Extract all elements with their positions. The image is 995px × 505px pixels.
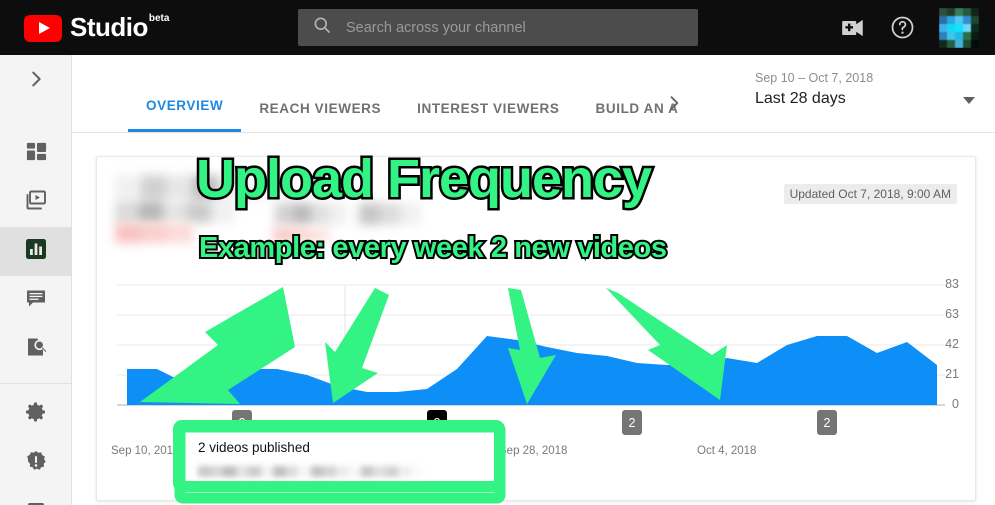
y-tick-0: 0: [952, 397, 959, 411]
tooltip-title: 2 videos published: [198, 440, 310, 455]
video-camera-plus-icon[interactable]: [840, 15, 866, 41]
tab-reach-viewers[interactable]: REACH VIEWERS: [241, 101, 399, 132]
redacted-video-titles: [198, 466, 423, 477]
chevron-right-icon: [25, 68, 47, 95]
caret-down-icon[interactable]: [963, 97, 975, 104]
date-range-subtitle: Sep 10 – Oct 7, 2018: [755, 71, 874, 85]
x-tick-3: Oct 4, 2018: [697, 445, 757, 457]
y-tick-42: 42: [945, 337, 959, 351]
chart-plot: [117, 284, 945, 406]
analytics-tabs-row: OVERVIEW REACH VIEWERS INTEREST VIEWERS …: [72, 55, 995, 133]
search-icon: [312, 15, 332, 40]
updated-timestamp-badge: Updated Oct 7, 2018, 9:00 AM: [783, 184, 957, 204]
avatar-image: [939, 7, 979, 48]
y-tick-21: 21: [945, 367, 959, 381]
tab-interest-viewers[interactable]: INTEREST VIEWERS: [399, 101, 577, 132]
y-axis-labels: 83 63 42 21 0: [913, 277, 959, 427]
sidebar-item-transcriptions[interactable]: [0, 325, 72, 374]
video-marker-badge[interactable]: 2: [817, 410, 837, 435]
x-tick-2: Sep 28, 2018: [499, 445, 568, 457]
page-search-icon: [24, 335, 48, 364]
video-marker-badge[interactable]: 2: [622, 410, 642, 435]
y-tick-83: 83: [945, 277, 959, 291]
sidebar-item-analytics[interactable]: [0, 227, 72, 276]
sidebar-expand-button[interactable]: [0, 55, 72, 107]
y-tick-63: 63: [945, 307, 959, 321]
youtube-play-icon: [24, 14, 62, 42]
youtube-studio-logo[interactable]: Studio beta: [24, 11, 169, 45]
help-question-icon[interactable]: [890, 15, 915, 40]
comment-bubble-icon: [24, 286, 48, 315]
search-input[interactable]: [346, 19, 666, 36]
sidebar-item-dashboard[interactable]: [0, 129, 72, 178]
avatar[interactable]: [939, 7, 979, 48]
logo-text: Studio: [70, 11, 148, 42]
tabs-next-button[interactable]: [664, 93, 684, 118]
header-actions: [840, 0, 979, 55]
sidebar-item-copyright[interactable]: [0, 439, 72, 488]
sidebar-divider: [0, 383, 72, 384]
redacted-metric-highlight: [115, 223, 193, 243]
video-published-tooltip: 2 videos published: [173, 420, 505, 492]
area-series: [127, 336, 937, 405]
analytics-bar-icon: [24, 237, 48, 266]
top-header-bar: Studio beta: [0, 0, 995, 55]
sidebar-item-settings[interactable]: [0, 390, 72, 439]
tab-overview[interactable]: OVERVIEW: [128, 98, 242, 132]
sidebar-item-feedback[interactable]: [0, 488, 72, 505]
video-stack-icon: [24, 188, 48, 217]
search-bar[interactable]: [298, 9, 698, 46]
annotation-title: Upload Frequency: [193, 148, 654, 211]
left-sidebar: [0, 55, 72, 505]
sidebar-item-videos[interactable]: [0, 178, 72, 227]
youtube-studio-analytics-page: Studio beta Search across your channel O…: [0, 0, 995, 505]
x-tick-0: Sep 10, 2018: [111, 445, 180, 457]
dashboard-grid-icon: [25, 140, 48, 168]
sidebar-item-comments[interactable]: [0, 276, 72, 325]
tooltip-content: 2 videos published: [184, 431, 494, 481]
logo-beta-label: beta: [148, 12, 170, 24]
main-content: OVERVIEW REACH VIEWERS INTEREST VIEWERS …: [72, 55, 995, 505]
exclamation-badge-icon: [24, 449, 48, 478]
analytics-tabs: OVERVIEW REACH VIEWERS INTEREST VIEWERS …: [128, 98, 697, 132]
date-range-selector[interactable]: Sep 10 – Oct 7, 2018 Last 28 days: [727, 71, 977, 108]
gear-icon: [24, 400, 48, 429]
date-range-value: Last 28 days: [755, 90, 846, 107]
annotation-subtitle: Example: every week 2 new videos: [197, 230, 669, 266]
feedback-alert-icon: [24, 498, 48, 505]
